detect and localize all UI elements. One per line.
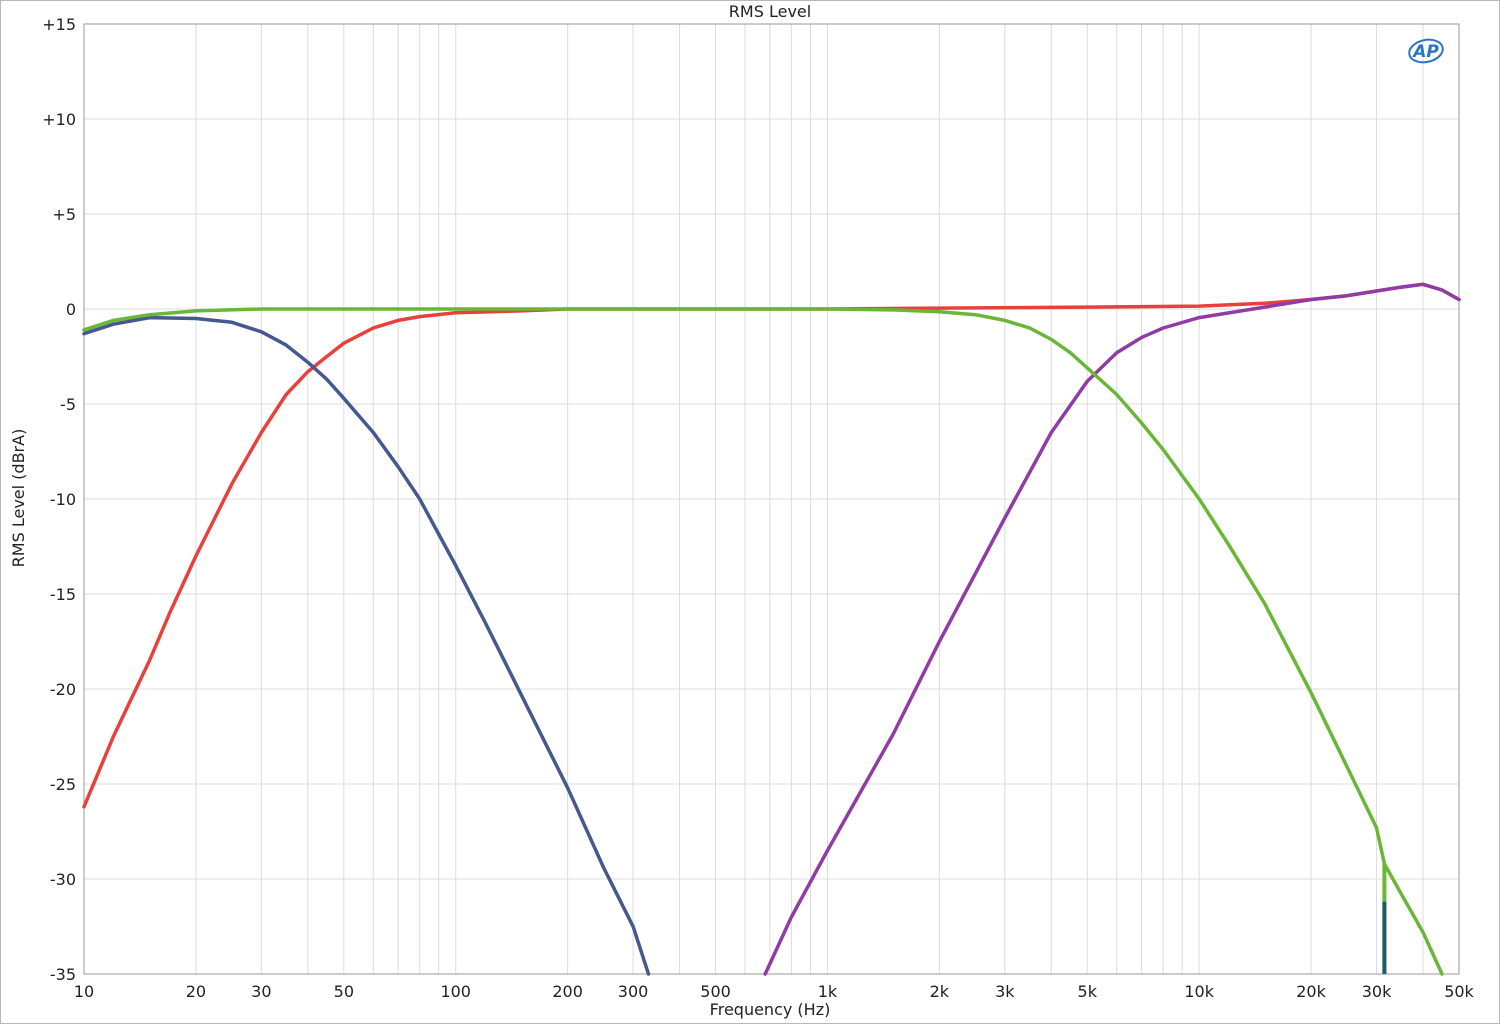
x-tick-label: 20k	[1296, 982, 1326, 1001]
y-tick-label: -10	[50, 490, 76, 509]
x-tick-label: 2k	[930, 982, 950, 1001]
y-tick-label: -25	[50, 775, 76, 794]
x-tick-label: 30k	[1362, 982, 1392, 1001]
x-tick-label: 10k	[1184, 982, 1214, 1001]
series-line-3	[763, 282, 1461, 976]
x-tick-label: 1k	[818, 982, 838, 1001]
x-tick-label: 200	[552, 982, 583, 1001]
x-tick-label: 100	[440, 982, 471, 1001]
series-line-2	[82, 315, 651, 976]
y-tick-label: 0	[66, 300, 76, 319]
series-layer	[82, 282, 1461, 976]
ap-logo-icon: AP	[1408, 38, 1444, 64]
x-tick-label: 10	[74, 982, 94, 1001]
ap-logo-text: AP	[1411, 42, 1439, 62]
y-tick-label: -5	[60, 395, 76, 414]
x-tick-label: 300	[618, 982, 649, 1001]
tick-labels: 10 20 30 50 100 200 300 500 1k 2k 3k 5k 10k 20k 30k 50k…	[42, 15, 1474, 1001]
x-tick-label: 3k	[995, 982, 1015, 1001]
x-tick-label: 30	[251, 982, 271, 1001]
x-tick-label: 500	[700, 982, 731, 1001]
y-tick-label: -20	[50, 680, 76, 699]
y-tick-label: -15	[50, 585, 76, 604]
grid	[84, 24, 1459, 974]
x-tick-label: 20	[186, 982, 206, 1001]
series-line-1	[82, 282, 1461, 809]
y-tick-label: -35	[50, 965, 76, 984]
chart-title: RMS Level	[729, 2, 811, 21]
series-line-4	[82, 307, 1444, 976]
y-tick-label: +15	[42, 15, 76, 34]
y-tick-label: +5	[52, 205, 76, 224]
x-axis-label: Frequency (Hz)	[710, 1000, 831, 1019]
rms-level-chart: 10 20 30 50 100 200 300 500 1k 2k 3k 5k 10k 20k 30k 50k…	[9, 2, 1475, 1019]
y-tick-label: +10	[42, 110, 76, 129]
chart-frame: 10 20 30 50 100 200 300 500 1k 2k 3k 5k 10k 20k 30k 50k…	[0, 0, 1500, 1024]
y-tick-label: -30	[50, 870, 76, 889]
x-tick-label: 50	[334, 982, 354, 1001]
x-tick-label: 50k	[1444, 982, 1474, 1001]
x-tick-label: 5k	[1078, 982, 1098, 1001]
y-axis-label: RMS Level (dBrA)	[9, 429, 28, 568]
